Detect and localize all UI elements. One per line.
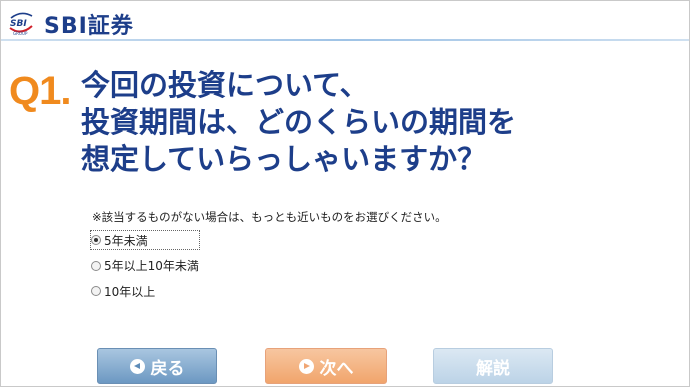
svg-text:SBI: SBI bbox=[10, 19, 27, 29]
brand-logo-text: SBI証券 bbox=[44, 14, 134, 39]
radio-button[interactable] bbox=[91, 286, 101, 296]
question-text: 今回の投資について、 投資期間は、どのくらいの期間を 想定していらっしゃいますか… bbox=[81, 67, 681, 178]
back-button-label: 戻る bbox=[150, 358, 185, 379]
option-label: 10年以上 bbox=[104, 284, 156, 299]
svg-text:GROUP: GROUP bbox=[13, 31, 28, 36]
option-label: 5年以上10年未満 bbox=[104, 259, 199, 273]
explanation-button-label: 解説 bbox=[476, 358, 510, 379]
sbi-logo-icon: SBI GROUP bbox=[9, 12, 33, 36]
arrow-right-icon bbox=[298, 358, 314, 374]
next-button[interactable]: 次へ bbox=[265, 348, 387, 384]
explanation-button[interactable]: 解説 bbox=[433, 348, 553, 384]
question-line: 今回の投資について、 bbox=[81, 68, 369, 102]
page-frame: SBI GROUP SBI証券 Q1. 今回の投資について、 投資期間は、どのく… bbox=[0, 0, 690, 387]
back-button[interactable]: 戻る bbox=[97, 348, 217, 384]
option-5-to-10-years[interactable]: 5年以上10年未満 bbox=[91, 257, 199, 275]
option-under-5-years[interactable]: 5年未満 bbox=[90, 230, 200, 250]
next-button-label: 次へ bbox=[319, 358, 354, 379]
option-label: 5年未満 bbox=[104, 233, 148, 248]
question-number: Q1. bbox=[9, 69, 71, 113]
arrow-left-icon bbox=[129, 358, 145, 374]
radio-button[interactable] bbox=[91, 260, 101, 271]
instruction-note: ※該当するものがない場合は、もっとも近いものをお選びください。 bbox=[92, 210, 447, 224]
question-line: 投資期間は、どのくらいの期間を bbox=[81, 105, 517, 139]
option-over-10-years[interactable]: 10年以上 bbox=[91, 282, 199, 300]
header: SBI GROUP SBI証券 bbox=[1, 1, 689, 39]
radio-button[interactable] bbox=[91, 235, 101, 245]
answer-options: 5年未満 5年以上10年未満 10年以上 bbox=[90, 230, 200, 308]
question-line: 想定していらっしゃいますか？ bbox=[81, 142, 487, 176]
header-divider bbox=[1, 39, 689, 41]
